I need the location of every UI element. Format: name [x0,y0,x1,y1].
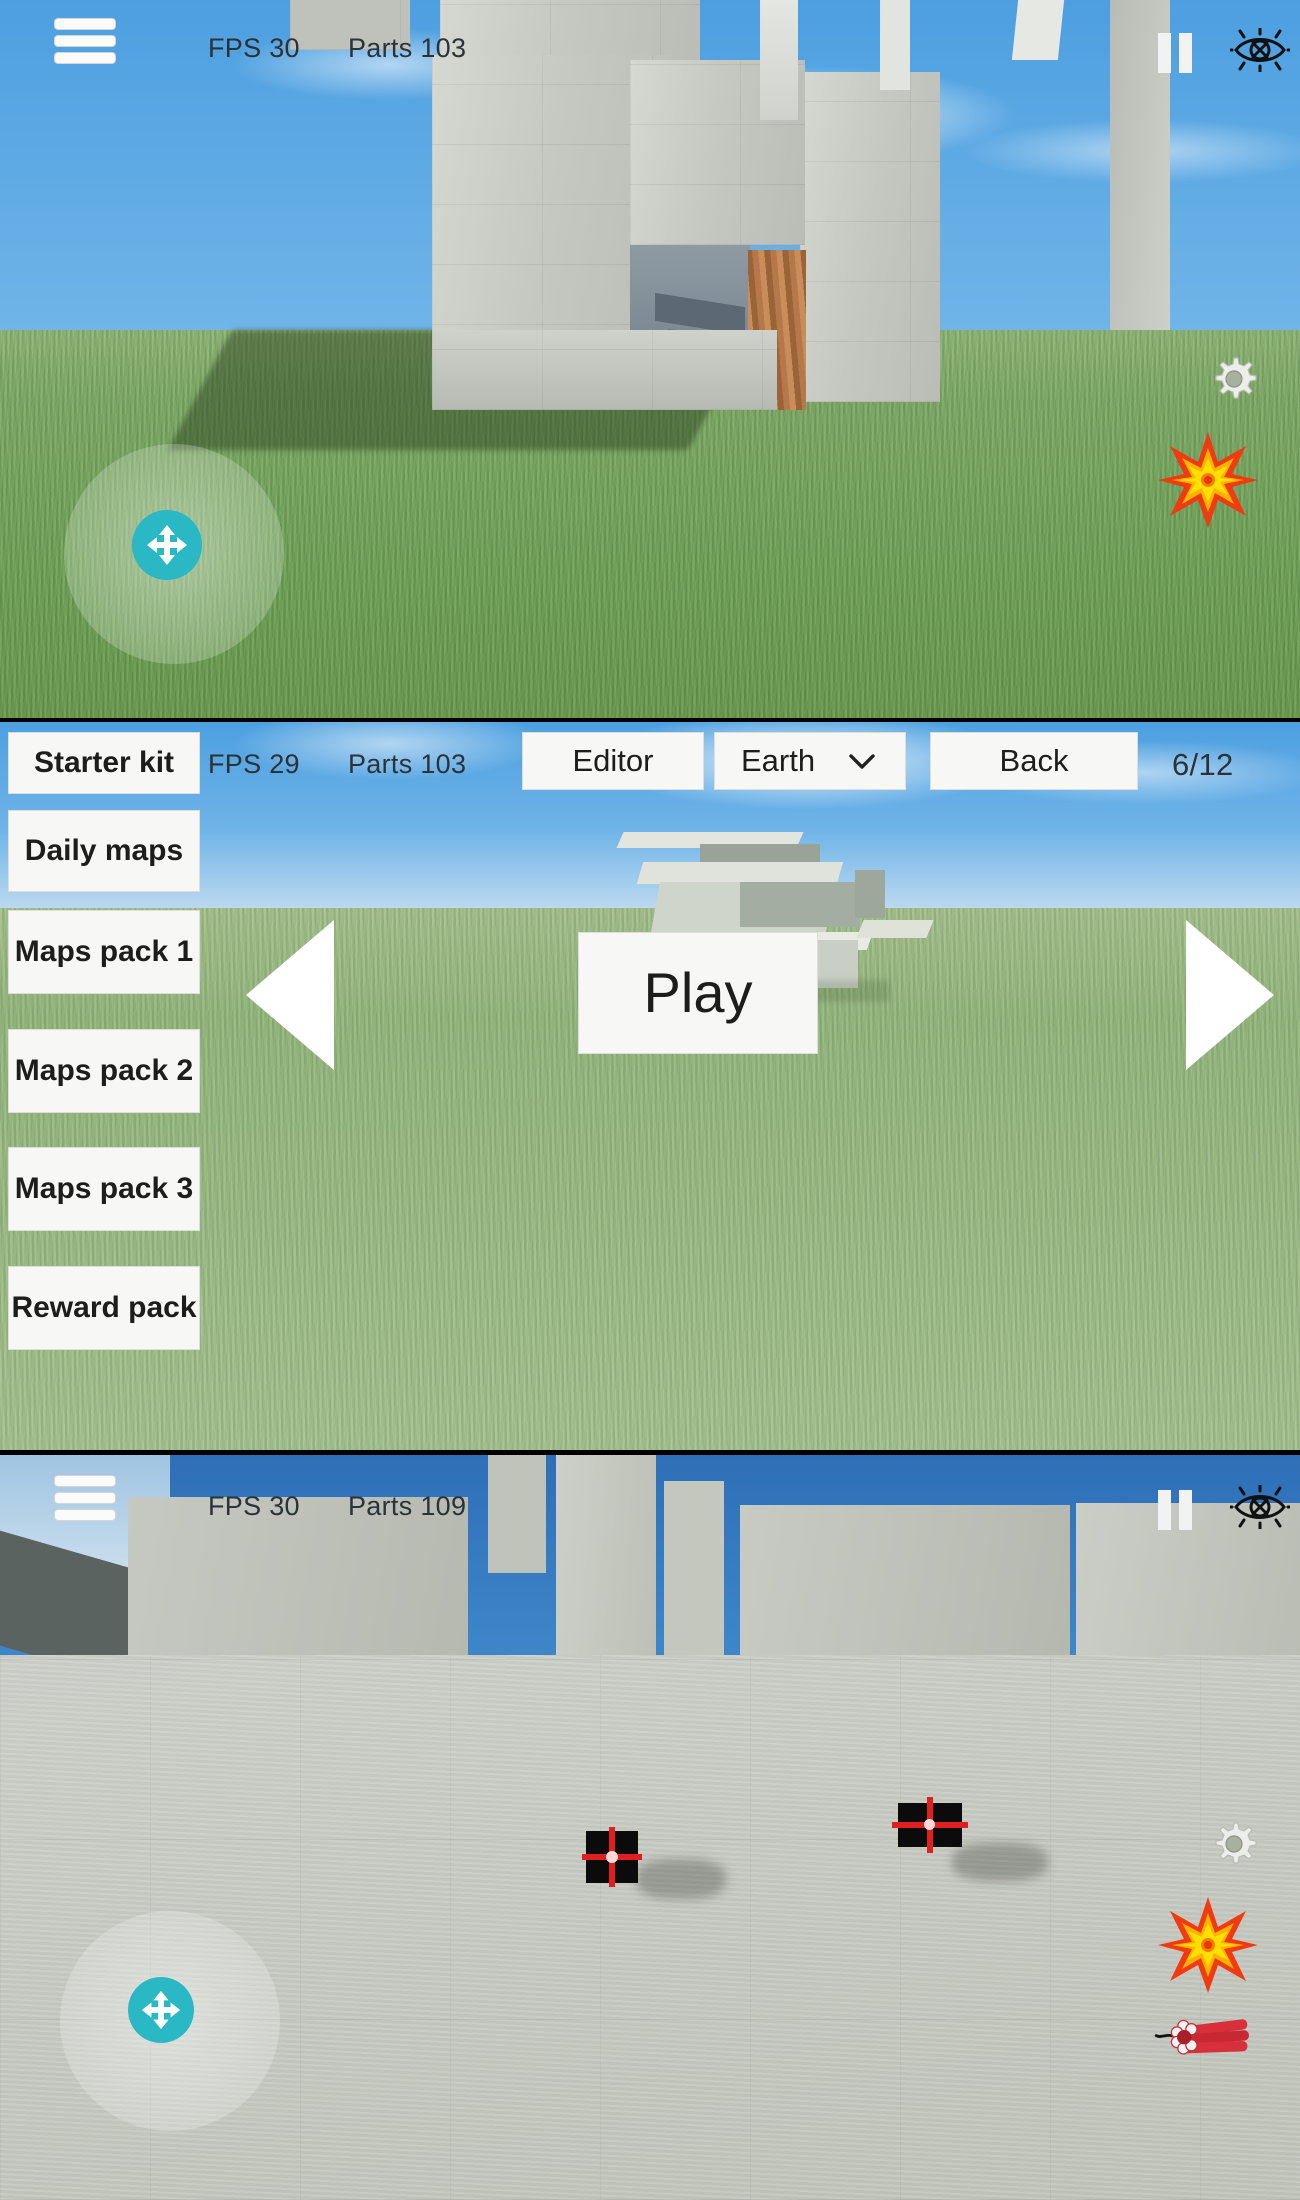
hamburger-bar [54,1492,116,1504]
world-select-value: Earth [741,743,816,778]
sidebar-item-maps-pack-1[interactable]: Maps pack 1 [8,910,200,994]
hamburger-bar [54,1475,116,1487]
move-arrows-icon [141,1990,181,2030]
gameplay-panel-top: FPS 30 Parts 103 [0,0,1300,718]
sidebar-item-label: Maps pack 2 [14,1053,194,1087]
sidebar-item-daily-maps[interactable]: Daily maps [8,810,200,892]
fps-counter: FPS 30 [208,33,300,63]
bomb-shadow [636,1859,726,1899]
parts-counter: Parts 103 [348,33,467,63]
hamburger-bar [54,18,116,30]
far-pillar-b [556,1455,656,1655]
map-select-panel: FPS 29 Parts 103 Starter kit Daily maps … [0,722,1300,1450]
dynamite-icon[interactable] [1150,2010,1260,2066]
chevron-down-icon [849,754,875,769]
eye-off-icon[interactable] [1230,1485,1290,1529]
map-preview-roof-b [636,862,844,884]
pause-icon[interactable] [1158,1490,1192,1530]
triangle-right-icon[interactable] [1180,920,1276,1070]
fps-counter: FPS 29 [208,749,300,779]
page-counter: 6/12 [1172,747,1234,782]
far-pillar-c [664,1481,724,1657]
sidebar-item-reward-pack[interactable]: Reward pack [8,1266,200,1350]
hamburger-bar [54,1509,116,1521]
gear-icon[interactable] [1210,355,1258,403]
parts-counter: Parts 103 [348,749,467,779]
bomb-core [606,1851,618,1863]
hamburger-bar [54,35,116,47]
pause-bar [1158,33,1171,73]
triangle-left-icon[interactable] [244,920,340,1070]
hamburger-menu-icon[interactable] [54,1475,116,1521]
editor-button-label: Editor [572,743,654,779]
sidebar-item-label: Daily maps [24,833,184,867]
far-pillar-a [488,1455,546,1573]
gameplay-panel-bottom: FPS 30 Parts 109 [0,1455,1300,2200]
play-button[interactable]: Play [578,932,818,1054]
placed-bomb-block[interactable] [892,1797,968,1853]
hamburger-menu-icon[interactable] [54,18,116,64]
eye-off-icon[interactable] [1230,28,1290,72]
pause-bar [1179,1490,1192,1530]
sidebar-item-starter-kit[interactable]: Starter kit [8,732,200,794]
move-arrows-icon [147,525,187,565]
fps-counter: FPS 30 [208,1491,300,1521]
building-base-band [432,330,777,410]
background-pillar-left [760,0,798,120]
bomb-shadow [952,1843,1048,1881]
background-pillar-mid [880,0,910,90]
back-button-label: Back [999,743,1069,779]
movement-joystick-base[interactable] [60,1911,280,2131]
map-preview-ledge [856,920,934,938]
map-preview-tower [855,870,885,918]
play-button-label: Play [643,960,753,1024]
sidebar-item-maps-pack-3[interactable]: Maps pack 3 [8,1147,200,1231]
sidebar-item-label: Maps pack 3 [14,1171,194,1205]
placed-bomb-block[interactable] [582,1827,642,1887]
explosion-icon[interactable] [1158,1897,1258,1993]
world-select-dropdown[interactable]: Earth [714,732,906,790]
movement-joystick-knob[interactable] [128,1977,194,2043]
building-front-wall-right [800,72,940,402]
movement-joystick-knob[interactable] [132,510,202,580]
map-preview-block-b [740,882,860,927]
back-button[interactable]: Back [930,732,1138,790]
far-wall-right [740,1505,1070,1657]
sidebar-item-label: Reward pack [11,1290,197,1324]
pause-icon[interactable] [1158,33,1192,73]
hamburger-bar [54,52,116,64]
sidebar-item-maps-pack-2[interactable]: Maps pack 2 [8,1029,200,1113]
sidebar-item-label: Maps pack 1 [14,934,194,968]
editor-button[interactable]: Editor [522,732,704,790]
pause-bar [1179,33,1192,73]
bomb-core [924,1819,935,1830]
pause-bar [1158,1490,1171,1530]
sidebar-item-label: Starter kit [33,745,175,779]
explosion-icon[interactable] [1158,432,1258,528]
gear-icon[interactable] [1210,1820,1258,1868]
parts-counter: Parts 109 [348,1491,467,1521]
app-screenshot: FPS 30 Parts 103 FPS 29 Parts 103 Starte… [0,0,1300,2200]
movement-joystick-base[interactable] [64,444,284,664]
background-pillar-right [1011,0,1065,60]
